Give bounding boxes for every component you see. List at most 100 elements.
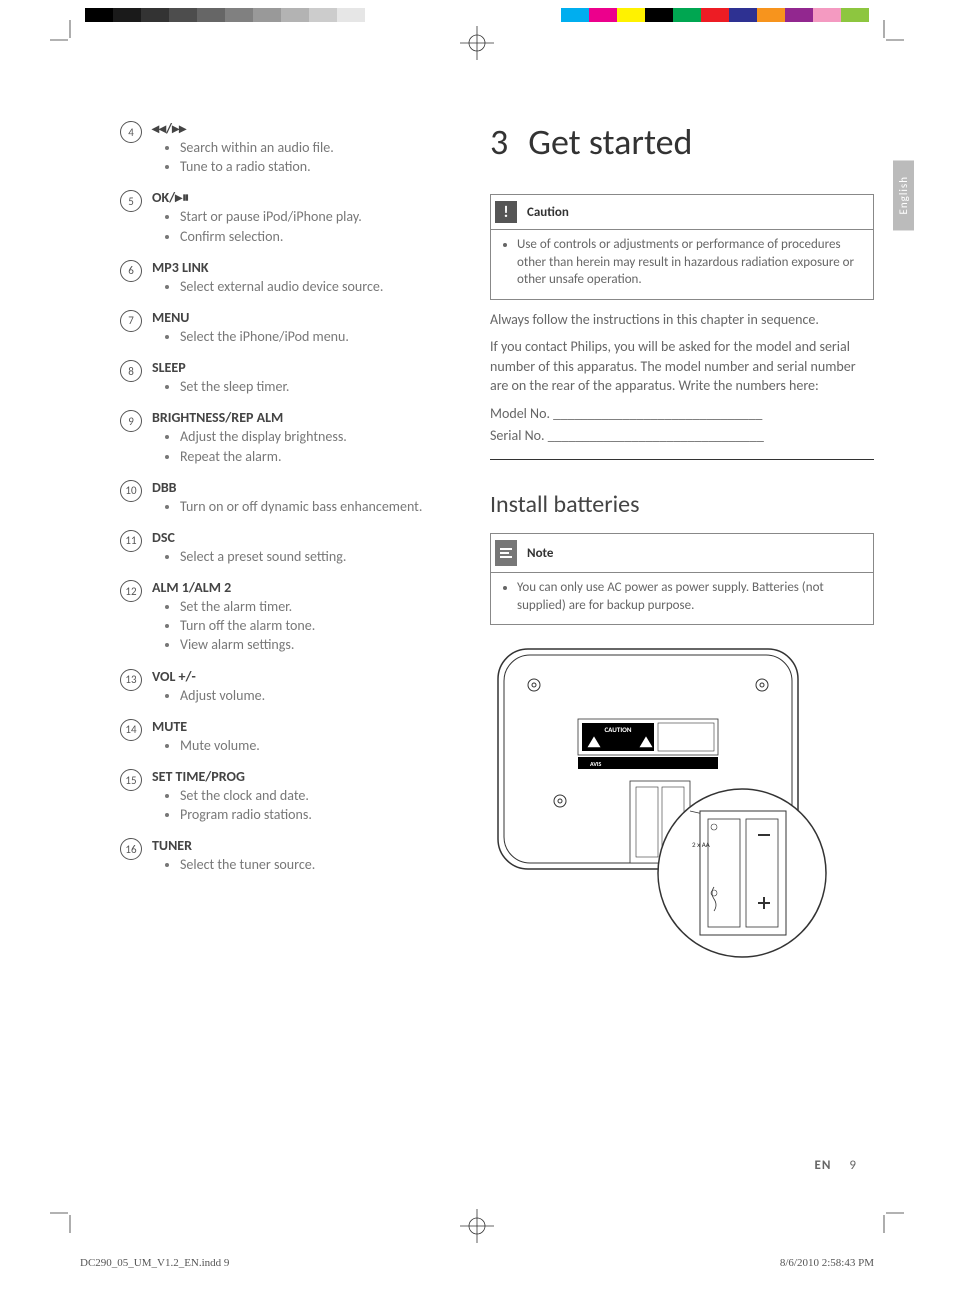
registration-mark-icon — [460, 1209, 494, 1243]
item-title-text: DBB — [152, 479, 177, 496]
item-number: 13 — [120, 669, 142, 691]
print-marks-top — [0, 8, 954, 58]
chapter-heading: 3Get started — [490, 120, 874, 164]
item-title: DSC — [152, 529, 450, 546]
bullet: Start or pause iPod/iPhone play. — [180, 208, 450, 226]
item-body: VOL +/- Adjust volume. — [152, 668, 450, 706]
left-column: 4 ◂◂/▸▸ Search within an audio file.Tune t… — [120, 120, 450, 1151]
print-slug: DC290_05_UM_V1.2_EN.indd 9 8/6/2010 2:58… — [80, 1257, 874, 1269]
item-title-text: OK/▸⏸ — [152, 189, 189, 206]
item-bullets: Set the sleep timer. — [152, 378, 450, 396]
item-bullets: Search within an audio file.Tune to a ra… — [152, 139, 450, 176]
item-number: 14 — [120, 719, 142, 741]
item-body: DBBTurn on or off dynamic bass enhanceme… — [152, 479, 450, 517]
item-title: OK/▸⏸ — [152, 189, 450, 206]
item-number: 16 — [120, 838, 142, 860]
chapter-title: Get started — [528, 120, 692, 164]
page-footer: EN9 — [815, 1158, 857, 1173]
svg-text:2 x AA: 2 x AA — [692, 840, 711, 849]
item-number: 8 — [120, 360, 142, 382]
language-tab: English — [893, 160, 914, 230]
item-number: 7 — [120, 310, 142, 332]
crop-mark-icon — [874, 20, 904, 50]
control-item: 12 ALM 1/ALM 2Set the alarm timer.Turn of… — [120, 579, 450, 656]
item-title-text: SET TIME/PROG — [152, 768, 245, 785]
control-item: 15 SET TIME/PROGSet the clock and date.Pr… — [120, 768, 450, 825]
item-bullets: Select the iPhone/iPod menu. — [152, 328, 450, 346]
bullet: Turn on or off dynamic bass enhancement. — [180, 498, 450, 516]
item-title: VOL +/- — [152, 668, 450, 685]
control-item: 13 VOL +/- Adjust volume. — [120, 668, 450, 706]
control-item: 10DBBTurn on or off dynamic bass enhance… — [120, 479, 450, 517]
item-body: DSCSelect a preset sound setting. — [152, 529, 450, 567]
bullet: Turn off the alarm tone. — [180, 617, 450, 635]
item-body: SLEEP Set the sleep timer. — [152, 359, 450, 397]
crop-mark-icon — [50, 1203, 80, 1233]
control-item: 7 MENU Select the iPhone/iPod menu. — [120, 309, 450, 347]
item-title: ALM 1/ALM 2 — [152, 579, 450, 596]
print-marks-bottom — [0, 1209, 954, 1243]
caution-label: Caution — [527, 205, 569, 220]
bullet: Confirm selection. — [180, 228, 450, 246]
item-title: ◂◂/▸▸ — [152, 120, 450, 137]
bullet: Select the iPhone/iPod menu. — [180, 328, 450, 346]
item-body: ◂◂/▸▸ Search within an audio file.Tune to… — [152, 120, 450, 177]
battery-illustration: CAUTION AVIS — [490, 641, 874, 965]
control-item: 8 SLEEP Set the sleep timer. — [120, 359, 450, 397]
item-title: BRIGHTNESS/REP ALM — [152, 409, 450, 426]
note-label: Note — [527, 546, 553, 561]
crop-mark-icon — [50, 20, 80, 50]
note-text: You can only use AC power as power suppl… — [517, 579, 863, 614]
registration-mark-icon — [460, 26, 494, 60]
item-body: MUTE Mute volume. — [152, 718, 450, 756]
item-number: 12 — [120, 580, 142, 602]
item-title-text: TUNER — [152, 837, 192, 854]
item-body: ALM 1/ALM 2Set the alarm timer.Turn off … — [152, 579, 450, 656]
item-title: MUTE — [152, 718, 450, 735]
item-bullets: Mute volume. — [152, 737, 450, 755]
control-item: 4 ◂◂/▸▸ Search within an audio file.Tune t… — [120, 120, 450, 177]
bullet: Tune to a radio station. — [180, 158, 450, 176]
item-number: 11 — [120, 530, 142, 552]
item-title-text: ALM 1/ALM 2 — [152, 579, 231, 596]
bullet: Select the tuner source. — [180, 856, 450, 874]
svg-text:AVIS: AVIS — [590, 760, 601, 768]
item-title: MP3 LINK — [152, 259, 450, 276]
item-title: DBB — [152, 479, 450, 496]
control-item: 5OK/▸⏸Start or pause iPod/iPhone play.Co… — [120, 189, 450, 246]
slug-file: DC290_05_UM_V1.2_EN.indd 9 — [80, 1257, 229, 1269]
caution-text: Use of controls or adjustments or perfor… — [517, 236, 863, 289]
divider — [490, 459, 874, 460]
caution-box: ! Caution Use of controls or adjustments… — [490, 194, 874, 300]
item-body: SET TIME/PROGSet the clock and date.Prog… — [152, 768, 450, 825]
note-box: Note You can only use AC power as power … — [490, 533, 874, 625]
item-body: OK/▸⏸ Start or pause iPod/iPhone play. Con… — [152, 189, 450, 246]
item-body: MENU Select the iPhone/iPod menu. — [152, 309, 450, 347]
item-bullets: Select the tuner source. — [152, 856, 450, 874]
section-heading: Install batteries — [490, 490, 874, 519]
control-item: 14 MUTE Mute volume. — [120, 718, 450, 756]
item-title: MENU — [152, 309, 450, 326]
paragraph: If you contact Philips, you will be aske… — [490, 337, 874, 396]
item-title-text: MUTE — [152, 718, 187, 735]
bullet: Adjust the display brightness. — [180, 428, 450, 446]
item-number: 9 — [120, 410, 142, 432]
crop-mark-icon — [874, 1203, 904, 1233]
item-body: MP3 LINKSelect external audio device sou… — [152, 259, 450, 297]
item-bullets: Turn on or off dynamic bass enhancement. — [152, 498, 450, 516]
svg-text:CAUTION: CAUTION — [604, 725, 631, 734]
item-number: 15 — [120, 769, 142, 791]
item-number: 4 — [120, 121, 142, 143]
item-bullets: Adjust volume. — [152, 687, 450, 705]
item-title-text: VOL +/- — [152, 668, 196, 685]
bullet: Program radio stations. — [180, 806, 450, 824]
transport-glyph-icon: ◂◂/▸▸ — [152, 120, 186, 137]
item-body: BRIGHTNESS/REP ALM Adjust the display bri… — [152, 409, 450, 466]
item-title-text: BRIGHTNESS/REP ALM — [152, 409, 283, 426]
gray-swatches — [85, 8, 365, 22]
item-title: SLEEP — [152, 359, 450, 376]
item-title-text: SLEEP — [152, 359, 186, 376]
item-title-text: MP3 LINK — [152, 259, 208, 276]
bullet: Search within an audio file. — [180, 139, 450, 157]
item-number: 6 — [120, 260, 142, 282]
